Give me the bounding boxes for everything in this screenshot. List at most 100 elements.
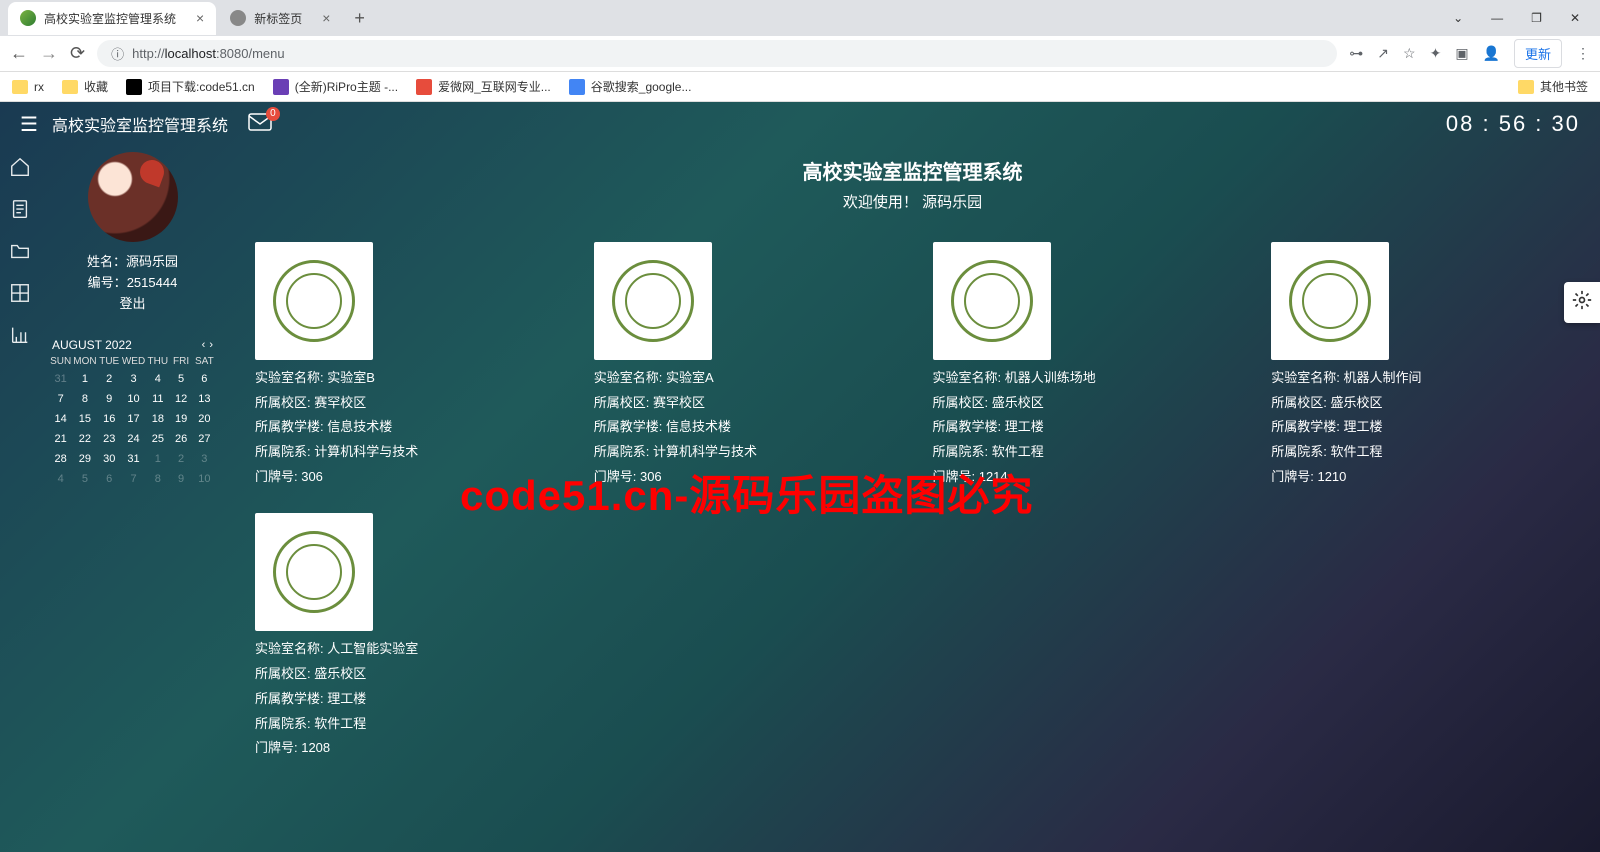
grid-icon[interactable] [9, 282, 31, 304]
cal-day[interactable]: 31 [50, 371, 71, 387]
cal-day[interactable]: 4 [147, 371, 168, 387]
lab-card[interactable]: 实验室名称: 人工智能实验室所属校区: 盛乐校区所属教学楼: 理工楼所属院系: … [255, 513, 554, 760]
cal-day[interactable]: 10 [122, 391, 145, 407]
maximize-button[interactable]: ❐ [1531, 11, 1542, 25]
menu-icon[interactable]: ⋮ [1576, 45, 1590, 62]
lab-grid: 实验室名称: 实验室B所属校区: 赛罕校区所属教学楼: 信息技术楼所属院系: 计… [255, 242, 1570, 761]
sidebar: 姓名：源码乐园 编号：2515444 登出 AUGUST 2022 ‹ › SU… [40, 146, 225, 852]
lab-name: 实验室名称: 人工智能实验室 [255, 637, 554, 662]
cal-day[interactable]: 4 [50, 471, 71, 487]
url-input[interactable]: ⓘ http://localhost:8080/menu [97, 40, 1337, 67]
forward-button[interactable]: → [40, 43, 58, 64]
cal-day[interactable]: 24 [122, 431, 145, 447]
cal-day[interactable]: 8 [147, 471, 168, 487]
tab-close-icon[interactable]: × [322, 10, 330, 26]
sidepanel-icon[interactable]: ▣ [1455, 45, 1468, 62]
cal-day[interactable]: 22 [73, 431, 96, 447]
bookmark-item[interactable]: 收藏 [62, 78, 108, 95]
cal-day[interactable]: 11 [147, 391, 168, 407]
cal-next-button[interactable]: › [209, 339, 213, 351]
cal-day[interactable]: 3 [122, 371, 145, 387]
back-button[interactable]: ← [10, 43, 28, 64]
mail-badge: 0 [266, 107, 280, 121]
mail-button[interactable]: 0 [248, 113, 272, 136]
tab-title: 高校实验室监控管理系统 [44, 10, 176, 27]
browser-tab-active[interactable]: 高校实验室监控管理系统 × [8, 2, 216, 35]
cal-day[interactable]: 12 [170, 391, 191, 407]
cal-day[interactable]: 9 [170, 471, 191, 487]
cal-day[interactable]: 27 [194, 431, 215, 447]
cal-day[interactable]: 13 [194, 391, 215, 407]
seal-icon [273, 260, 355, 342]
chart-icon[interactable] [9, 324, 31, 346]
cal-day[interactable]: 9 [99, 391, 120, 407]
cal-day[interactable]: 23 [99, 431, 120, 447]
settings-fab[interactable] [1564, 282, 1600, 323]
site-icon [126, 79, 142, 95]
cal-day[interactable]: 14 [50, 411, 71, 427]
cal-day[interactable]: 3 [194, 451, 215, 467]
bookmark-item[interactable]: 项目下载:code51.cn [126, 78, 255, 95]
lab-card[interactable]: 实验室名称: 实验室B所属校区: 赛罕校区所属教学楼: 信息技术楼所属院系: 计… [255, 242, 554, 489]
folder-icon[interactable] [9, 240, 31, 262]
bookmark-item[interactable]: 爱微网_互联网专业... [416, 78, 551, 95]
cal-day[interactable]: 6 [194, 371, 215, 387]
cal-day[interactable]: 21 [50, 431, 71, 447]
seal-icon [951, 260, 1033, 342]
cal-day[interactable]: 2 [99, 371, 120, 387]
cal-day[interactable]: 15 [73, 411, 96, 427]
lab-campus: 所属校区: 赛罕校区 [255, 391, 554, 416]
lab-card[interactable]: 实验室名称: 实验室A所属校区: 赛罕校区所属教学楼: 信息技术楼所属院系: 计… [594, 242, 893, 489]
cal-day[interactable]: 5 [73, 471, 96, 487]
other-bookmarks[interactable]: 其他书签 [1518, 78, 1588, 95]
avatar[interactable] [88, 152, 178, 242]
extensions-icon[interactable]: ✦ [1430, 45, 1442, 62]
cal-day[interactable]: 17 [122, 411, 145, 427]
new-tab-button[interactable]: + [344, 4, 375, 33]
key-icon[interactable]: ⊶ [1349, 45, 1363, 62]
cal-day[interactable]: 29 [73, 451, 96, 467]
update-button[interactable]: 更新 [1514, 39, 1562, 68]
cal-day[interactable]: 18 [147, 411, 168, 427]
cal-day[interactable]: 28 [50, 451, 71, 467]
logout-link[interactable]: 登出 [50, 294, 215, 315]
cal-day[interactable]: 6 [99, 471, 120, 487]
chevron-down-icon[interactable]: ⌄ [1453, 11, 1463, 25]
cal-day[interactable]: 10 [194, 471, 215, 487]
cal-day[interactable]: 19 [170, 411, 191, 427]
cal-day[interactable]: 7 [122, 471, 145, 487]
cal-day[interactable]: 20 [194, 411, 215, 427]
minimize-button[interactable]: — [1491, 11, 1503, 25]
cal-day[interactable]: 31 [122, 451, 145, 467]
cal-day[interactable]: 30 [99, 451, 120, 467]
cal-dow: SAT [194, 356, 215, 367]
tab-strip: 高校实验室监控管理系统 × 新标签页 × + ⌄ — ❐ ✕ [0, 0, 1600, 36]
cal-day[interactable]: 26 [170, 431, 191, 447]
cal-prev-button[interactable]: ‹ [202, 339, 206, 351]
close-button[interactable]: ✕ [1570, 11, 1580, 25]
bookmark-item[interactable]: (全新)RiPro主题 -... [273, 78, 398, 95]
lab-card[interactable]: 实验室名称: 机器人训练场地所属校区: 盛乐校区所属教学楼: 理工楼所属院系: … [933, 242, 1232, 489]
lab-card[interactable]: 实验室名称: 机器人制作间所属校区: 盛乐校区所属教学楼: 理工楼所属院系: 软… [1271, 242, 1570, 489]
home-icon[interactable] [9, 156, 31, 178]
cal-dow: FRI [170, 356, 191, 367]
star-icon[interactable]: ☆ [1403, 45, 1416, 62]
cal-day[interactable]: 2 [170, 451, 191, 467]
lab-campus: 所属校区: 赛罕校区 [594, 391, 893, 416]
document-icon[interactable] [9, 198, 31, 220]
cal-day[interactable]: 7 [50, 391, 71, 407]
cal-day[interactable]: 5 [170, 371, 191, 387]
browser-tab[interactable]: 新标签页 × [218, 2, 342, 35]
bookmark-item[interactable]: rx [12, 80, 44, 94]
cal-day[interactable]: 16 [99, 411, 120, 427]
cal-day[interactable]: 25 [147, 431, 168, 447]
hamburger-icon[interactable]: ☰ [20, 112, 38, 137]
cal-day[interactable]: 1 [147, 451, 168, 467]
share-icon[interactable]: ↗ [1377, 45, 1389, 62]
cal-day[interactable]: 8 [73, 391, 96, 407]
profile-icon[interactable]: 👤 [1483, 45, 1500, 62]
bookmark-item[interactable]: 谷歌搜索_google... [569, 78, 692, 95]
reload-button[interactable]: ⟳ [70, 43, 85, 64]
cal-day[interactable]: 1 [73, 371, 96, 387]
tab-close-icon[interactable]: × [196, 10, 204, 26]
